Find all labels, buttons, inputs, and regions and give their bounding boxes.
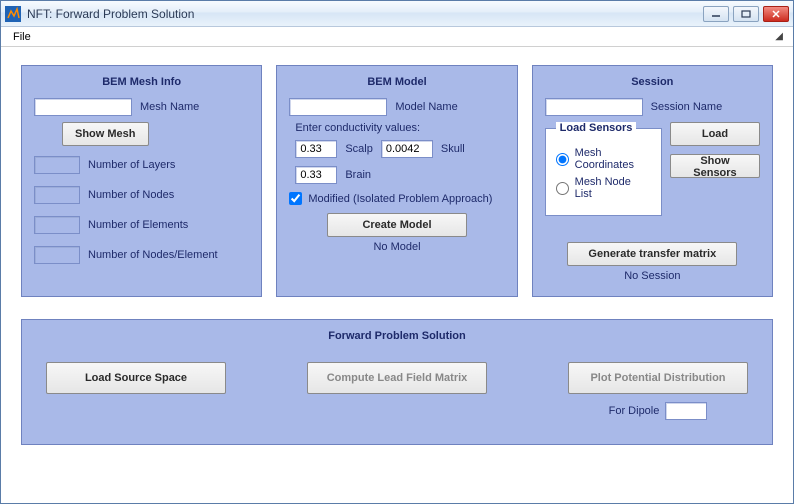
radio-node-list[interactable] (556, 182, 569, 195)
skull-label: Skull (441, 143, 465, 155)
radio-mesh-coords-label[interactable]: Mesh Coordinates (575, 147, 651, 171)
model-status: No Model (289, 241, 504, 253)
minimize-button[interactable] (703, 6, 729, 22)
generate-transfer-button[interactable]: Generate transfer matrix (567, 242, 737, 266)
enter-cond-label: Enter conductivity values: (295, 122, 504, 134)
session-panel-title: Session (545, 74, 760, 98)
app-window: NFT: Forward Problem Solution File ◢ BEM… (0, 0, 794, 504)
session-name-input[interactable] (545, 98, 643, 116)
session-status: No Session (545, 270, 760, 282)
forward-panel: Forward Problem Solution Load Source Spa… (21, 319, 773, 445)
top-row: BEM Mesh Info Mesh Name Show Mesh Number… (21, 65, 773, 297)
num-nodes-per-elem-field (34, 246, 80, 264)
load-source-space-button[interactable]: Load Source Space (46, 362, 226, 394)
mesh-name-label: Mesh Name (140, 101, 199, 113)
mesh-name-input[interactable] (34, 98, 132, 116)
num-nodes-field (34, 186, 80, 204)
for-dipole-label: For Dipole (609, 405, 660, 417)
session-panel: Session Session Name Load Sensors Mesh C… (532, 65, 773, 297)
num-layers-label: Number of Layers (88, 159, 175, 171)
load-button[interactable]: Load (670, 122, 760, 146)
matlab-icon (5, 6, 21, 22)
mesh-panel-title: BEM Mesh Info (34, 74, 249, 98)
num-elements-label: Number of Elements (88, 219, 188, 231)
scalp-input[interactable] (295, 140, 337, 158)
num-layers-field (34, 156, 80, 174)
modified-label[interactable]: Modified (Isolated Problem Approach) (308, 193, 492, 205)
scalp-label: Scalp (345, 143, 373, 155)
session-name-label: Session Name (651, 101, 723, 113)
compute-lfm-button[interactable]: Compute Lead Field Matrix (307, 362, 487, 394)
radio-mesh-coords[interactable] (556, 153, 569, 166)
window-title: NFT: Forward Problem Solution (27, 7, 194, 21)
radio-node-list-label[interactable]: Mesh Node List (575, 176, 651, 200)
num-nodes-per-elem-label: Number of Nodes/Element (88, 249, 218, 261)
create-model-button[interactable]: Create Model (327, 213, 467, 237)
mesh-info-panel: BEM Mesh Info Mesh Name Show Mesh Number… (21, 65, 262, 297)
plot-potential-button[interactable]: Plot Potential Distribution (568, 362, 748, 394)
maximize-button[interactable] (733, 6, 759, 22)
brain-input[interactable] (295, 166, 337, 184)
for-dipole-input[interactable] (665, 402, 707, 420)
menu-file[interactable]: File (7, 29, 37, 45)
content-area: BEM Mesh Info Mesh Name Show Mesh Number… (1, 47, 793, 503)
model-panel-title: BEM Model (289, 74, 504, 98)
modified-checkbox[interactable] (289, 192, 302, 205)
menubar: File ◢ (1, 27, 793, 47)
show-sensors-button[interactable]: Show Sensors (670, 154, 760, 178)
menu-chevron-icon[interactable]: ◢ (775, 31, 787, 42)
skull-input[interactable] (381, 140, 433, 158)
num-elements-field (34, 216, 80, 234)
model-name-input[interactable] (289, 98, 387, 116)
model-panel: BEM Model Model Name Enter conductivity … (276, 65, 517, 297)
titlebar: NFT: Forward Problem Solution (1, 1, 793, 27)
load-sensors-fieldset: Load Sensors Mesh Coordinates Mesh Node … (545, 122, 662, 216)
num-nodes-label: Number of Nodes (88, 189, 174, 201)
forward-panel-title: Forward Problem Solution (46, 328, 748, 352)
close-button[interactable] (763, 6, 789, 22)
brain-label: Brain (345, 169, 371, 181)
load-sensors-legend: Load Sensors (556, 122, 637, 134)
show-mesh-button[interactable]: Show Mesh (62, 122, 149, 146)
model-name-label: Model Name (395, 101, 457, 113)
